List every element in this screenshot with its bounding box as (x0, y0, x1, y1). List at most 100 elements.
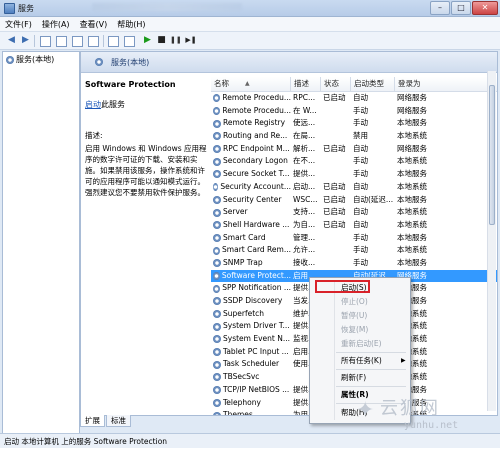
menu-item-stop[interactable]: 停止(O) (341, 296, 368, 307)
menu-item-restart[interactable]: 重新启动(E) (341, 338, 382, 349)
table-row[interactable]: Secure Socket T... 提供... 手动 本地服务 (211, 168, 497, 181)
back-arrow-icon[interactable]: ◀ (6, 35, 17, 46)
menu-bar: 文件(F) 操作(A) 查看(V) 帮助(H) (0, 17, 500, 32)
window-controls: – □ ✕ (430, 1, 498, 15)
table-row[interactable]: Remote Registry 使远... 手动 本地服务 (211, 117, 497, 130)
properties-icon[interactable] (56, 36, 67, 47)
sort-up-icon: ▲ (245, 80, 250, 87)
table-row[interactable]: Remote Procedu... 在 W... 手动 网络服务 (211, 105, 497, 118)
details-icon[interactable] (124, 36, 135, 47)
panel-header-title: 服务(本地) (111, 58, 150, 67)
column-header-desc[interactable]: 描述 (291, 77, 321, 91)
maximize-button[interactable]: □ (451, 1, 471, 15)
service-gear-icon (213, 145, 221, 154)
table-row[interactable]: Secondary Logon 在不... 手动 本地系统 (211, 155, 497, 168)
service-name-label: Tablet PC Input ... (223, 346, 289, 356)
menu-action[interactable]: 操作(A) (37, 17, 75, 31)
service-name-label: Remote Procedu... (222, 105, 291, 115)
column-header-status[interactable]: 状态 (321, 77, 351, 91)
table-row[interactable]: Remote Procedu... RPC... 已启动 自动 网络服务 (211, 92, 497, 105)
table-row[interactable]: SNMP Trap 接收... 手动 本地服务 (211, 257, 497, 270)
menu-item-resume[interactable]: 恢复(M) (341, 324, 368, 335)
column-header-name[interactable]: 名称 ▲ (211, 77, 291, 91)
service-name-cell: SNMP Trap (213, 257, 291, 270)
service-desc-cell: 在 W... (293, 105, 317, 115)
service-startup-type-cell: 手动 (353, 105, 368, 115)
table-row[interactable]: RPC Endpoint M... 解析... 已启动 自动 网络服务 (211, 143, 497, 156)
stop-service-icon[interactable]: ■ (156, 35, 167, 46)
service-gear-icon (213, 107, 221, 116)
service-name-cell: Task Scheduler (213, 358, 291, 371)
service-logon-cell: 本地系统 (397, 245, 427, 255)
submenu-arrow-icon: ▶ (401, 357, 406, 364)
service-name-cell: SPP Notification ... (213, 282, 291, 295)
table-row[interactable]: Routing and Re... 在局... 禁用 本地系统 (211, 130, 497, 143)
help-icon[interactable] (108, 36, 119, 47)
service-desc-cell: WSC... (293, 194, 318, 204)
service-gear-icon (213, 398, 221, 407)
menu-item-start[interactable]: 启动(S) (341, 282, 367, 293)
forward-arrow-icon[interactable]: ▶ (20, 35, 31, 46)
status-bar: 启动 本地计算机 上的服务 Software Protection (0, 433, 500, 448)
service-name-label: Secure Socket T... (223, 169, 290, 179)
table-row[interactable]: Security Account... 启动... 已启动 自动 本地系统 (211, 181, 497, 194)
service-name-label: Server (223, 207, 248, 217)
pause-service-icon[interactable]: ❚❚ (170, 35, 182, 46)
service-name-cell: Smart Card Rem... (213, 244, 291, 257)
service-logon-cell: 本地系统 (397, 181, 427, 191)
table-row[interactable]: Smart Card 管理... 手动 本地服务 (211, 232, 497, 245)
export-icon[interactable] (88, 36, 99, 47)
menu-item-all-tasks[interactable]: 所有任务(K) ▶ (341, 355, 406, 366)
service-name-label: Task Scheduler (223, 359, 280, 369)
service-name-cell: RPC Endpoint M... (213, 143, 291, 156)
tab-standard[interactable]: 标准 (106, 415, 131, 427)
service-gear-icon (213, 284, 221, 293)
service-detail: Software Protection 启动此服务 描述: 启用 Windows… (85, 80, 207, 198)
service-gear-icon (213, 360, 221, 369)
table-row[interactable]: Server 支持... 已启动 自动 本地系统 (211, 206, 497, 219)
service-logon-cell: 本地系统 (397, 207, 427, 217)
service-gear-icon (213, 195, 221, 204)
scrollbar-thumb[interactable] (489, 85, 495, 225)
service-desc-cell: 接收... (293, 257, 316, 267)
gear-icon (95, 58, 103, 66)
table-row[interactable]: Smart Card Rem... 允许... 手动 本地系统 (211, 244, 497, 257)
menu-item-refresh[interactable]: 刷新(F) (341, 372, 366, 383)
menu-item-all-tasks-label: 所有任务(K) (341, 356, 382, 365)
service-name-label: Secondary Logon (223, 156, 288, 166)
restart-service-icon[interactable]: ▶❚ (184, 35, 198, 46)
service-name-label: System Event N... (223, 334, 290, 344)
start-service-icon[interactable]: ▶ (142, 35, 153, 46)
console-tree: 服务(本地) (2, 51, 80, 434)
service-startup-type-cell: 自动(延迟... (353, 194, 393, 204)
vertical-scrollbar[interactable] (487, 71, 496, 411)
service-name-cell: TBSecSvc (213, 371, 291, 384)
service-gear-icon (213, 183, 219, 192)
service-logon-cell: 网络服务 (397, 105, 427, 115)
service-name-label: SPP Notification ... (222, 283, 291, 293)
minimize-button[interactable]: – (430, 1, 450, 15)
table-row[interactable]: Shell Hardware ... 为自... 已启动 自动 本地系统 (211, 219, 497, 232)
services-app-icon (4, 3, 15, 14)
menu-file[interactable]: 文件(F) (0, 17, 37, 31)
menu-help[interactable]: 帮助(H) (112, 17, 150, 31)
column-header-startup-type[interactable]: 启动类型 (351, 77, 395, 91)
close-button[interactable]: ✕ (472, 1, 498, 15)
service-startup-type-cell: 手动 (353, 118, 368, 128)
description-text: 启用 Windows 和 Windows 应用程序的数字许可证的下载、安装和实施… (85, 144, 207, 197)
menu-item-pause[interactable]: 暂停(U) (341, 310, 367, 321)
menu-view[interactable]: 查看(V) (75, 17, 113, 31)
service-logon-cell: 本地系统 (397, 156, 427, 166)
service-gear-icon (213, 221, 221, 230)
column-header-logon-as[interactable]: 登录为 (395, 77, 439, 91)
tree-node-services-local[interactable]: 服务(本地) (6, 54, 54, 65)
table-row[interactable]: Security Center WSC... 已启动 自动(延迟... 本地服务 (211, 194, 497, 207)
service-logon-cell: 本地服务 (397, 169, 427, 179)
tab-extended[interactable]: 扩展 (80, 415, 105, 427)
console-tree-icon[interactable] (40, 36, 51, 47)
panel-header: 服务(本地) (81, 52, 497, 73)
service-name-label: Shell Hardware ... (223, 219, 290, 229)
start-service-link[interactable]: 启动 (85, 100, 101, 109)
refresh-icon[interactable] (72, 36, 83, 47)
toolbar-separator (34, 35, 35, 47)
